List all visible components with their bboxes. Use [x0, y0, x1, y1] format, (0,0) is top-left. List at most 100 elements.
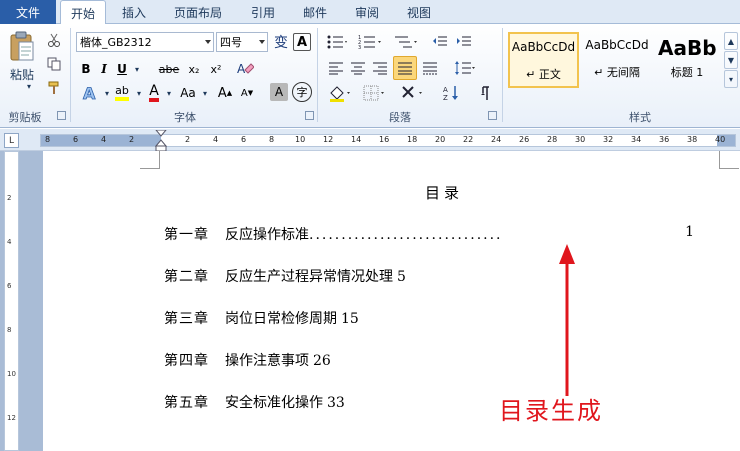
tab-references[interactable]: 引用	[240, 0, 286, 24]
font-name-select[interactable]: 楷体_GB2312	[76, 32, 214, 52]
strikethrough-button[interactable]: abe	[158, 60, 180, 78]
grow-font-button[interactable]: A ▲	[216, 82, 234, 104]
styles-more-icon[interactable]: ▾	[724, 70, 738, 88]
highlight-button[interactable]: ab	[110, 82, 134, 104]
line-spacing-button[interactable]	[452, 58, 478, 78]
style-sample: AaBbCcDd	[511, 40, 576, 54]
ruler-number: 18	[407, 135, 418, 144]
copy-icon[interactable]	[46, 56, 62, 72]
change-case-button[interactable]: Aa	[176, 82, 200, 104]
enclose-chars-button[interactable]: 字	[292, 82, 312, 102]
font-color-icon: A	[149, 84, 159, 102]
subscript-button[interactable]: x₂	[184, 60, 204, 78]
toc-page: 33	[327, 395, 345, 411]
vertical-ruler-number: 2	[7, 194, 12, 202]
paragraph-group-label: 段落	[389, 111, 411, 124]
clipboard-group-label: 剪贴板	[8, 111, 42, 124]
change-case-dropdown-icon[interactable]: ▾	[200, 86, 210, 100]
style-name: ↵ 正文	[526, 68, 561, 81]
numbering-button[interactable]: 123	[356, 32, 384, 52]
highlight-dropdown-icon[interactable]: ▾	[134, 86, 144, 100]
horizontal-ruler[interactable]: 8 6 4 2 2 4 6 8 10 12 14 16 18 20 22 24 26 28 30 32 34 36 38 40	[40, 130, 736, 152]
format-painter-icon[interactable]	[46, 80, 62, 96]
style-normal[interactable]: AaBbCcDd ↵ 正文	[508, 32, 579, 88]
toc-chapter: 第三章	[164, 311, 209, 327]
toc-entry[interactable]: 第五章 安全标准化操作 33	[164, 392, 345, 412]
char-shading-button[interactable]: A	[270, 83, 288, 101]
italic-button[interactable]: I	[96, 60, 112, 78]
toc-text: 操作注意事项	[225, 353, 309, 369]
styles-scroll-down-icon[interactable]: ▼	[724, 51, 738, 69]
style-heading-1[interactable]: AaBb 标题 1	[654, 32, 720, 88]
chinese-layout-button[interactable]	[398, 82, 426, 104]
ruler-number: 2	[185, 135, 191, 144]
shrink-font-button[interactable]: A ▼	[238, 82, 256, 104]
font-color-button[interactable]: A	[144, 82, 164, 104]
increase-indent-icon[interactable]	[454, 32, 474, 52]
toc-entry[interactable]: 第二章 反应生产过程异常情况处理 5	[164, 266, 406, 286]
paste-button[interactable]	[6, 28, 38, 66]
document-page[interactable]: 目录 第一章 反应操作标准............................…	[43, 151, 740, 451]
ruler-number: 36	[659, 135, 670, 144]
paragraph-mark-icon	[481, 86, 489, 100]
clear-formatting-icon[interactable]: A	[234, 58, 256, 80]
numbered-list-icon: 123	[358, 35, 381, 50]
shrink-font-icon: A	[240, 87, 248, 99]
show-marks-button[interactable]	[476, 82, 496, 104]
toc-text: 反应生产过程异常情况处理	[225, 269, 393, 285]
toc-title: 目录	[425, 184, 464, 202]
font-launcher-icon[interactable]	[305, 111, 314, 120]
decrease-indent-icon[interactable]	[430, 32, 450, 52]
tab-page-layout[interactable]: 页面布局	[166, 0, 230, 24]
tab-file[interactable]: 文件	[0, 0, 56, 24]
underline-button[interactable]: U	[114, 60, 130, 78]
align-right-icon[interactable]	[370, 58, 390, 78]
char-border-button[interactable]: A	[293, 33, 311, 51]
justify-button[interactable]	[393, 56, 417, 80]
superscript-button[interactable]: x²	[206, 60, 226, 78]
vertical-ruler-number: 8	[7, 326, 12, 334]
toc-entry[interactable]: 第四章 操作注意事项 26	[164, 350, 331, 370]
style-name: 标题 1	[670, 66, 704, 79]
multilevel-list-button[interactable]	[392, 32, 420, 52]
bullets-button[interactable]	[324, 32, 350, 52]
paragraph-launcher-icon[interactable]	[488, 111, 497, 120]
tab-review[interactable]: 审阅	[344, 0, 390, 24]
tab-home[interactable]: 开始	[60, 0, 106, 25]
sort-button[interactable]: AZ	[440, 82, 462, 104]
toc-entry[interactable]: 第三章 岗位日常检修周期 15	[164, 308, 359, 328]
styles-group-label: 样式	[629, 111, 651, 124]
style-no-spacing[interactable]: AaBbCcDd ↵ 无间隔	[582, 32, 652, 88]
align-left-icon[interactable]	[326, 58, 346, 78]
vertical-ruler[interactable]: 2 4 6 8 10 12	[4, 151, 19, 451]
ruler-number: 40	[715, 135, 726, 144]
font-color-dropdown-icon[interactable]: ▾	[164, 86, 174, 100]
borders-button[interactable]	[360, 82, 388, 104]
font-size-select[interactable]: 四号	[216, 32, 268, 52]
shading-button[interactable]	[326, 82, 354, 104]
ruler-number: 12	[323, 135, 334, 144]
styles-scroll-up-icon[interactable]: ▲	[724, 32, 738, 50]
align-center-icon[interactable]	[348, 58, 368, 78]
toc-entry[interactable]: 第一章 反应操作标准.............................. 1	[164, 224, 694, 244]
cut-icon[interactable]	[46, 32, 62, 48]
highlight-icon: ab	[115, 85, 129, 101]
ruler-number: 34	[631, 135, 642, 144]
underline-dropdown-icon[interactable]: ▾	[132, 62, 142, 76]
ruler-number: 32	[603, 135, 614, 144]
font-name-value: 楷体_GB2312	[80, 36, 152, 49]
clipboard-launcher-icon[interactable]	[57, 111, 66, 120]
phonetic-guide-button[interactable]: 变	[271, 32, 291, 52]
tab-mailings[interactable]: 邮件	[292, 0, 338, 24]
tab-view[interactable]: 视图	[396, 0, 442, 24]
text-effects-button[interactable]: A	[78, 82, 102, 104]
indent-marker-icon[interactable]	[155, 130, 167, 152]
ruler-number: 2	[129, 135, 135, 144]
tab-insert[interactable]: 插入	[110, 0, 158, 24]
bold-button[interactable]: B	[78, 60, 94, 78]
distributed-align-icon[interactable]	[420, 58, 440, 78]
sort-az-icon: AZ	[443, 86, 458, 102]
paste-dropdown-icon[interactable]: ▾	[24, 82, 34, 91]
tab-selector[interactable]: L	[4, 133, 19, 148]
paste-label[interactable]: 粘贴	[6, 66, 38, 82]
